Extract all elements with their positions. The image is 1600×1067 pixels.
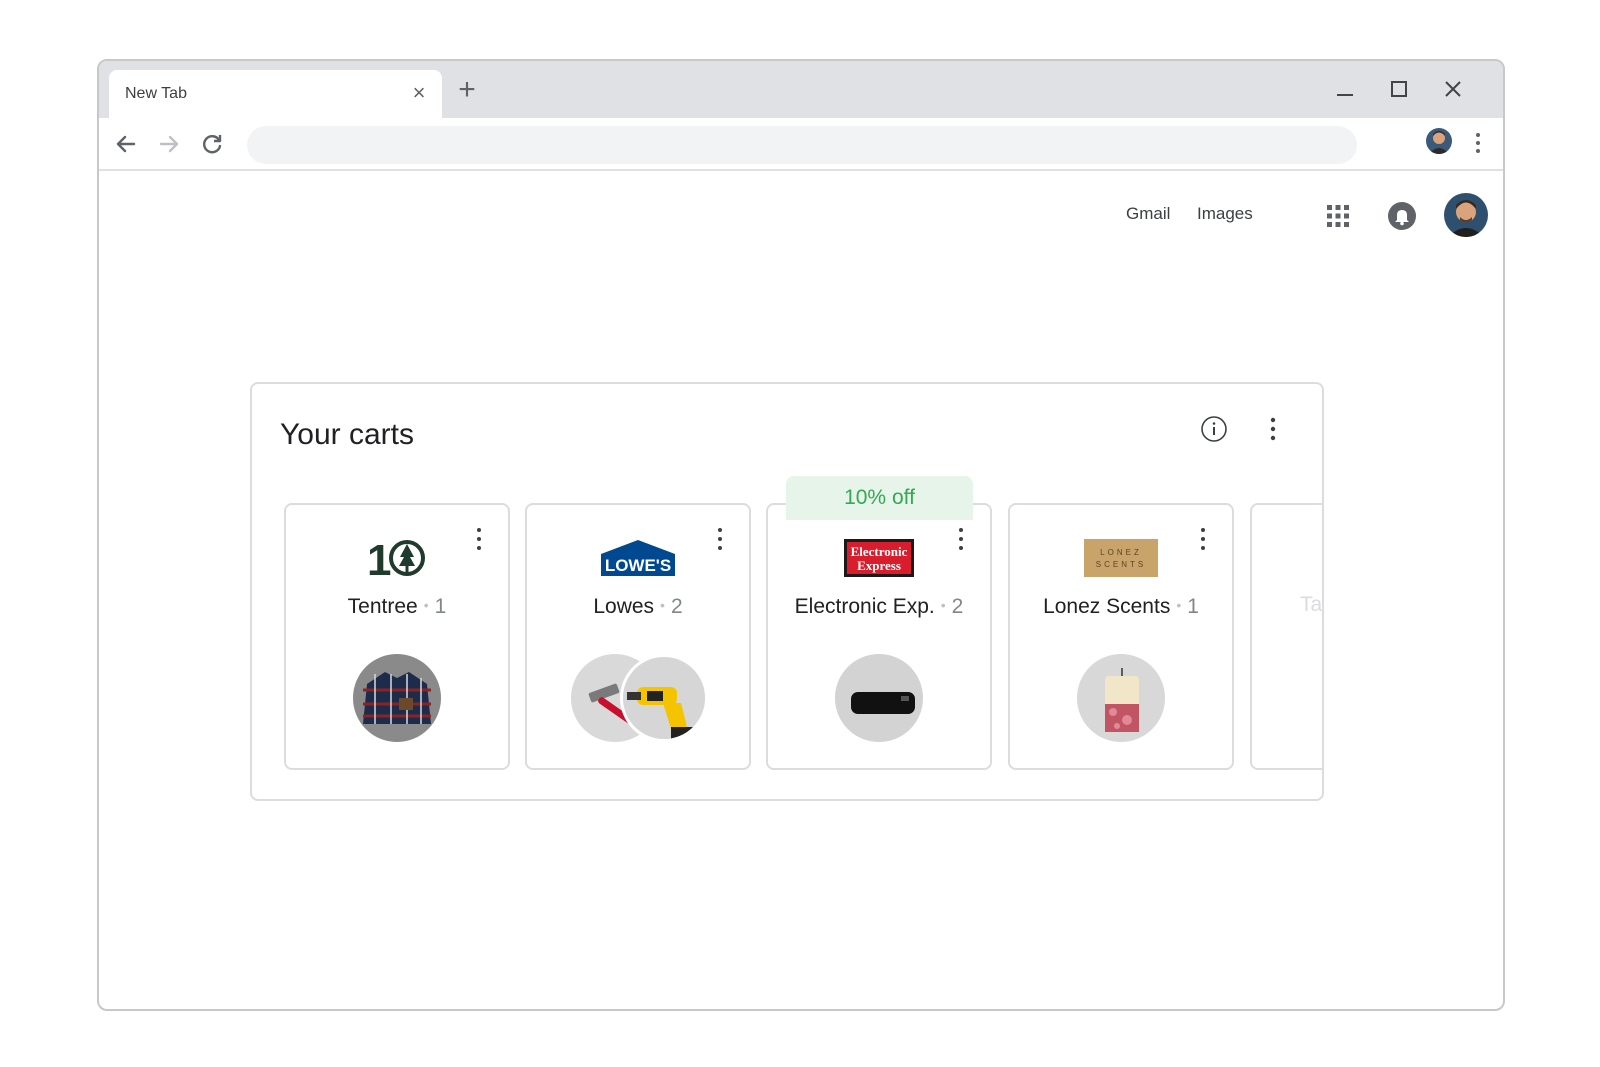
close-icon[interactable]	[1437, 73, 1469, 105]
profile-avatar[interactable]	[1426, 128, 1452, 154]
carts-module: Your carts 1 Tentree • 1 LOWE'S Lowes • …	[250, 382, 1324, 801]
lonez-scents-logo: LONEZ SCENTS	[1084, 535, 1158, 581]
cart-count: 2	[670, 595, 683, 618]
close-icon[interactable]: ×	[408, 82, 430, 104]
more-vert-icon[interactable]	[716, 527, 724, 551]
toolbar	[99, 118, 1503, 171]
more-vert-icon[interactable]	[1199, 527, 1207, 551]
account-avatar[interactable]	[1444, 193, 1488, 237]
lowes-logo: LOWE'S	[599, 535, 677, 581]
logo-line-2: Express	[857, 558, 901, 573]
bell-icon[interactable]	[1387, 201, 1417, 231]
back-arrow-icon[interactable]	[111, 129, 141, 159]
more-vert-icon[interactable]	[1268, 416, 1278, 442]
maximize-icon[interactable]	[1383, 73, 1415, 105]
minimize-icon[interactable]	[1329, 73, 1361, 105]
lowes-logo-text: LOWE'S	[605, 556, 671, 575]
info-icon[interactable]	[1200, 415, 1228, 443]
gmail-link[interactable]: Gmail	[1126, 204, 1170, 224]
discount-badge: 10% off	[786, 476, 973, 520]
electronic-express-logo: Electronic Express	[844, 535, 914, 581]
cart-card-lowes[interactable]: LOWE'S Lowes • 2	[525, 503, 751, 770]
tab-new-tab[interactable]: New Tab ×	[109, 70, 442, 118]
logo-line-2: SCENTS	[1096, 560, 1146, 569]
more-vert-icon[interactable]	[957, 527, 965, 551]
separator: •	[1176, 597, 1182, 613]
cart-name: Tentree	[347, 595, 418, 618]
cart-card-lonez-scents[interactable]: LONEZ SCENTS Lonez Scents • 1	[1008, 503, 1234, 770]
cart-card-partial[interactable]: Ta	[1250, 503, 1323, 770]
address-bar[interactable]	[247, 126, 1357, 164]
tab-strip: New Tab × +	[99, 61, 1503, 118]
plus-icon[interactable]: +	[453, 75, 481, 105]
cart-name: Lonez Scents	[1043, 595, 1171, 618]
cart-count: 1	[434, 595, 447, 618]
more-vert-icon[interactable]	[475, 527, 483, 551]
logo-line-1: LONEZ	[1100, 548, 1142, 557]
cart-title-row: Tentree • 1	[286, 595, 508, 619]
reload-icon[interactable]	[197, 129, 227, 159]
svg-text:1: 1	[367, 536, 391, 581]
browser-window: New Tab × + Gmail Images Your carts 1 Te…	[97, 59, 1505, 1011]
cart-title-row: Lonez Scents • 1	[1010, 595, 1232, 619]
candle-image	[1077, 654, 1165, 742]
tentree-logo: 1	[367, 535, 427, 581]
partial-cart-label: Ta	[1300, 593, 1323, 616]
module-title: Your carts	[280, 418, 414, 451]
drill-image	[620, 654, 708, 742]
logo-line-1: Electronic	[851, 544, 908, 559]
cart-name: Electronic Exp.	[794, 595, 935, 618]
forward-arrow-icon[interactable]	[154, 129, 184, 159]
flannel-shirt-image	[353, 654, 441, 742]
separator: •	[940, 597, 946, 613]
tab-title: New Tab	[125, 85, 187, 102]
images-link[interactable]: Images	[1197, 204, 1253, 224]
cart-title-row: Electronic Exp. • 2	[768, 595, 990, 619]
separator: •	[660, 597, 665, 613]
cart-count: 2	[951, 595, 964, 618]
apps-grid-icon[interactable]	[1326, 204, 1350, 228]
cart-title-row: Lowes • 2	[527, 595, 749, 619]
more-vert-icon[interactable]	[1473, 129, 1483, 157]
cart-name: Lowes	[593, 595, 655, 618]
cart-count: 1	[1187, 595, 1199, 618]
cart-card-tentree[interactable]: 1 Tentree • 1	[284, 503, 510, 770]
soundbar-image	[835, 654, 923, 742]
cart-card-electronic-express[interactable]: Electronic Express Electronic Exp. • 2	[766, 503, 992, 770]
separator: •	[423, 597, 429, 613]
